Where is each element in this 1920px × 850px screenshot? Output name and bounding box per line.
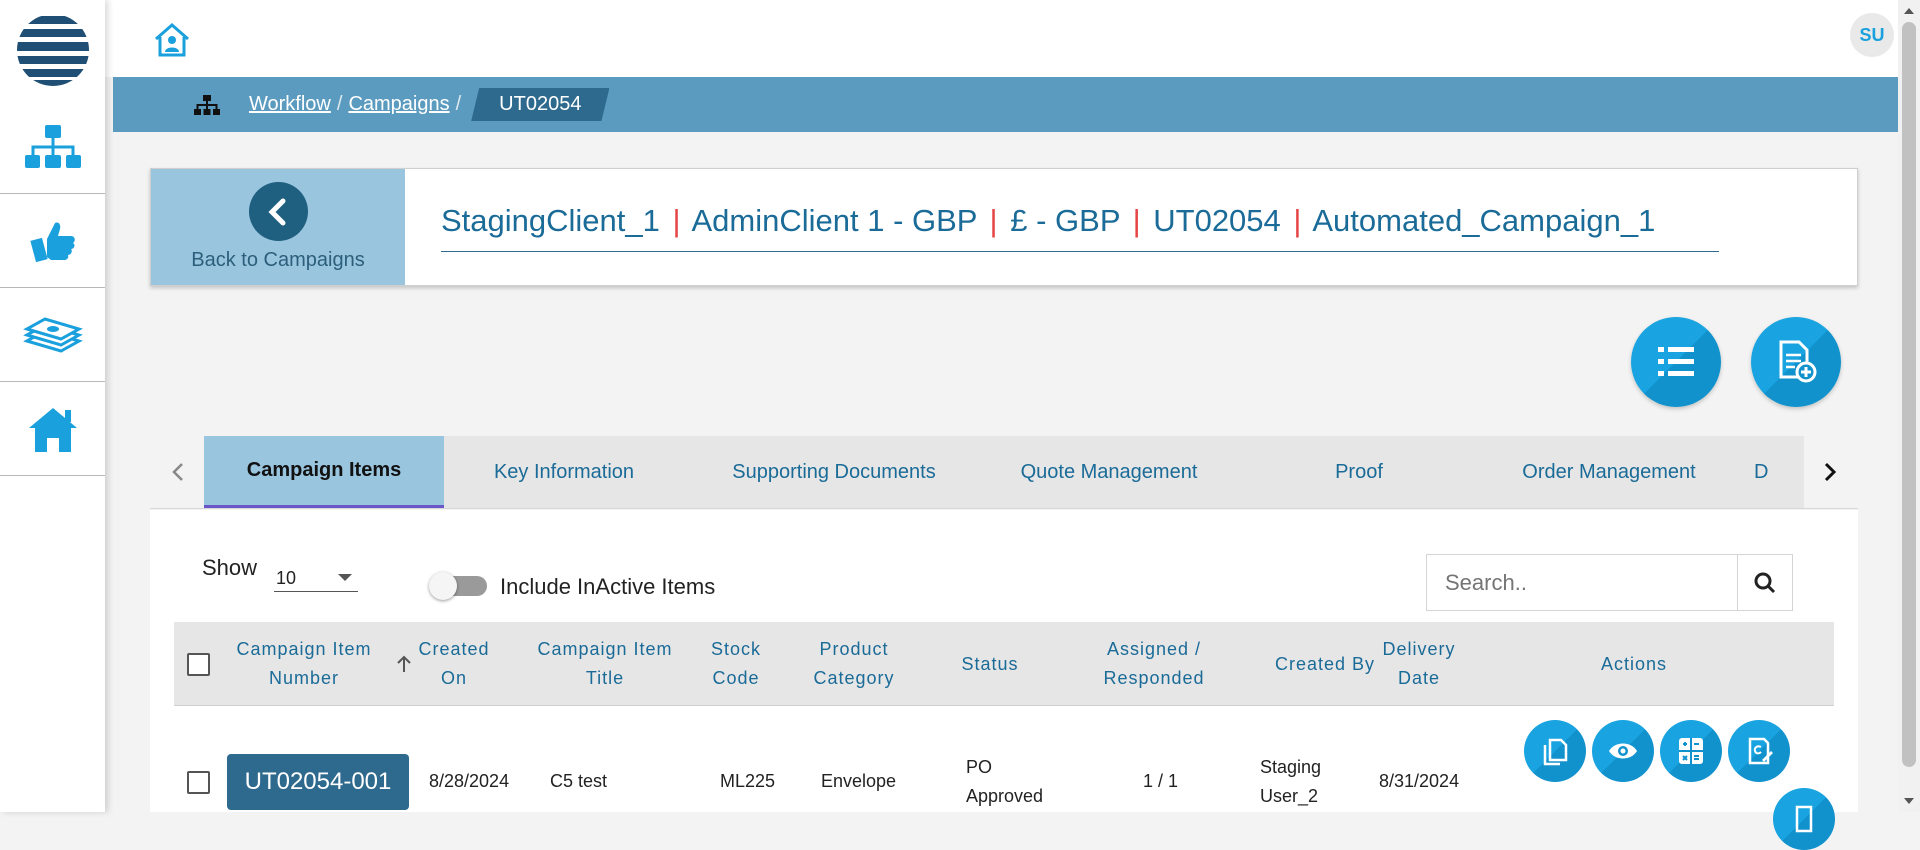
back-label: Back to Campaigns xyxy=(191,249,365,271)
logo[interactable] xyxy=(0,0,105,100)
more-action-button[interactable] xyxy=(1773,788,1835,850)
tab-proof[interactable]: Proof xyxy=(1234,436,1484,508)
tab-supporting-documents[interactable]: Supporting Documents xyxy=(684,436,984,508)
cell-stock-code: ML225 xyxy=(720,771,776,791)
col-assigned-responded[interactable]: Assigned / Responded xyxy=(1094,622,1214,706)
tab-order-management[interactable]: Order Management xyxy=(1484,436,1734,508)
col-product-category[interactable]: Product Category xyxy=(804,622,904,706)
title-separator: | xyxy=(1293,203,1302,238)
chevron-left-icon xyxy=(248,182,308,241)
page-size-value: 10 xyxy=(276,568,297,588)
money-icon xyxy=(22,316,83,353)
sort-ascending-icon[interactable] xyxy=(396,654,412,679)
scroll-up-icon[interactable] xyxy=(1904,8,1914,14)
campaign-items-panel: Show 10 Include InActive Items Campaign … xyxy=(150,510,1858,850)
select-all-checkbox[interactable] xyxy=(187,653,210,676)
cell-title: C5 test xyxy=(550,771,608,791)
globe-logo-icon xyxy=(16,16,89,86)
search-input[interactable] xyxy=(1427,555,1737,610)
copy-icon xyxy=(1543,738,1568,766)
table-header: Campaign Item Number Created On Campaign… xyxy=(174,622,1834,706)
tab-scroll-right-icon[interactable] xyxy=(1810,436,1850,508)
back-to-campaigns-button[interactable]: Back to Campaigns xyxy=(151,169,405,285)
tab-key-information[interactable]: Key Information xyxy=(444,436,684,508)
document-icon xyxy=(1795,805,1813,833)
breadcrumb-separator: / xyxy=(455,93,462,115)
currency: £ - GBP xyxy=(1010,203,1120,238)
sidebar-item-workflow[interactable] xyxy=(0,100,105,194)
add-document-icon xyxy=(1779,340,1817,383)
col-delivery-date[interactable]: Delivery Date xyxy=(1364,622,1474,706)
breadcrumb-campaigns[interactable]: Campaigns xyxy=(348,93,449,116)
campaign-header-card: Back to Campaigns StagingClient_1 | Admi… xyxy=(150,168,1858,286)
toggle-knob xyxy=(429,572,457,600)
thumbs-up-icon xyxy=(29,221,75,262)
home-link-icon[interactable] xyxy=(152,20,192,65)
client-name: StagingClient_1 xyxy=(441,203,660,238)
col-campaign-item-number[interactable]: Campaign Item Number xyxy=(224,622,384,706)
edit-document-button[interactable] xyxy=(1728,720,1790,782)
hierarchy-icon xyxy=(24,124,81,168)
cell-created-by: Staging User_2 xyxy=(1260,757,1322,806)
breadcrumb: Workflow / Campaigns / UT02054 xyxy=(113,77,1898,132)
cell-category: Envelope xyxy=(821,771,897,791)
copy-item-button[interactable] xyxy=(1524,720,1586,782)
eye-icon xyxy=(1609,743,1637,759)
top-bar: SU xyxy=(105,0,1898,77)
edit-document-icon xyxy=(1748,737,1773,765)
campaign-name: Automated_Campaign_1 xyxy=(1312,203,1656,238)
scroll-thumb[interactable] xyxy=(1902,22,1916,767)
col-actions: Actions xyxy=(1600,653,1668,674)
calculator-icon xyxy=(1679,738,1703,764)
tab-campaign-items[interactable]: Campaign Items xyxy=(204,436,444,508)
sidebar-item-approvals[interactable] xyxy=(0,194,105,288)
breadcrumb-separator: / xyxy=(336,93,343,115)
col-stock-code[interactable]: Stock Code xyxy=(701,622,771,706)
breadcrumb-workflow[interactable]: Workflow xyxy=(249,93,331,116)
col-campaign-item-title[interactable]: Campaign Item Title xyxy=(530,622,680,706)
campaign-code: UT02054 xyxy=(1153,203,1281,238)
tab-bar: Campaign Items Key Information Supportin… xyxy=(150,436,1858,509)
sitemap-icon xyxy=(193,94,221,116)
sidebar-item-finance[interactable] xyxy=(0,288,105,382)
tab-quote-management[interactable]: Quote Management xyxy=(984,436,1234,508)
search-box xyxy=(1426,554,1793,611)
search-icon xyxy=(1754,572,1776,593)
title-separator: | xyxy=(1132,203,1141,238)
show-label: Show xyxy=(202,555,258,580)
include-inactive-toggle[interactable] xyxy=(429,572,487,600)
col-created-on[interactable]: Created On xyxy=(414,622,494,706)
page-scrollbar[interactable] xyxy=(1898,0,1920,812)
campaign-item-number-button[interactable]: UT02054-001 xyxy=(227,754,409,810)
breadcrumb-current: UT02054 xyxy=(471,88,609,121)
title-separator: | xyxy=(989,203,998,238)
admin-client: AdminClient 1 - GBP xyxy=(691,203,977,238)
user-avatar[interactable]: SU xyxy=(1850,13,1894,57)
add-document-button[interactable] xyxy=(1751,317,1841,407)
home-icon xyxy=(28,407,77,452)
include-inactive-label: Include InActive Items xyxy=(500,574,716,599)
list-icon xyxy=(1658,347,1694,376)
calculator-button[interactable] xyxy=(1660,720,1722,782)
col-status[interactable]: Status xyxy=(950,622,1030,706)
campaign-title-area: StagingClient_1 | AdminClient 1 - GBP | … xyxy=(405,169,1857,285)
list-view-button[interactable] xyxy=(1631,317,1721,407)
title-separator: | xyxy=(672,203,681,238)
cell-created-on: 8/28/2024 xyxy=(429,771,510,791)
view-item-button[interactable] xyxy=(1592,720,1654,782)
campaign-title: StagingClient_1 | AdminClient 1 - GBP | … xyxy=(441,203,1719,252)
tab-truncated[interactable]: D xyxy=(1734,436,1804,508)
row-checkbox[interactable] xyxy=(187,771,210,794)
scroll-down-icon[interactable] xyxy=(1904,798,1914,804)
sidebar xyxy=(0,0,105,812)
tab-strip: Campaign Items Key Information Supportin… xyxy=(204,436,1804,508)
tab-scroll-left-icon[interactable] xyxy=(158,436,198,508)
caret-down-icon xyxy=(338,574,352,581)
search-button[interactable] xyxy=(1737,555,1792,610)
cell-delivery: 8/31/2024 xyxy=(1379,771,1460,791)
cell-assigned: 1 / 1 xyxy=(1143,771,1179,791)
page-size-select[interactable]: 10 xyxy=(274,554,358,592)
sidebar-item-home[interactable] xyxy=(0,382,105,476)
cell-status: PO Approved xyxy=(966,757,1044,806)
